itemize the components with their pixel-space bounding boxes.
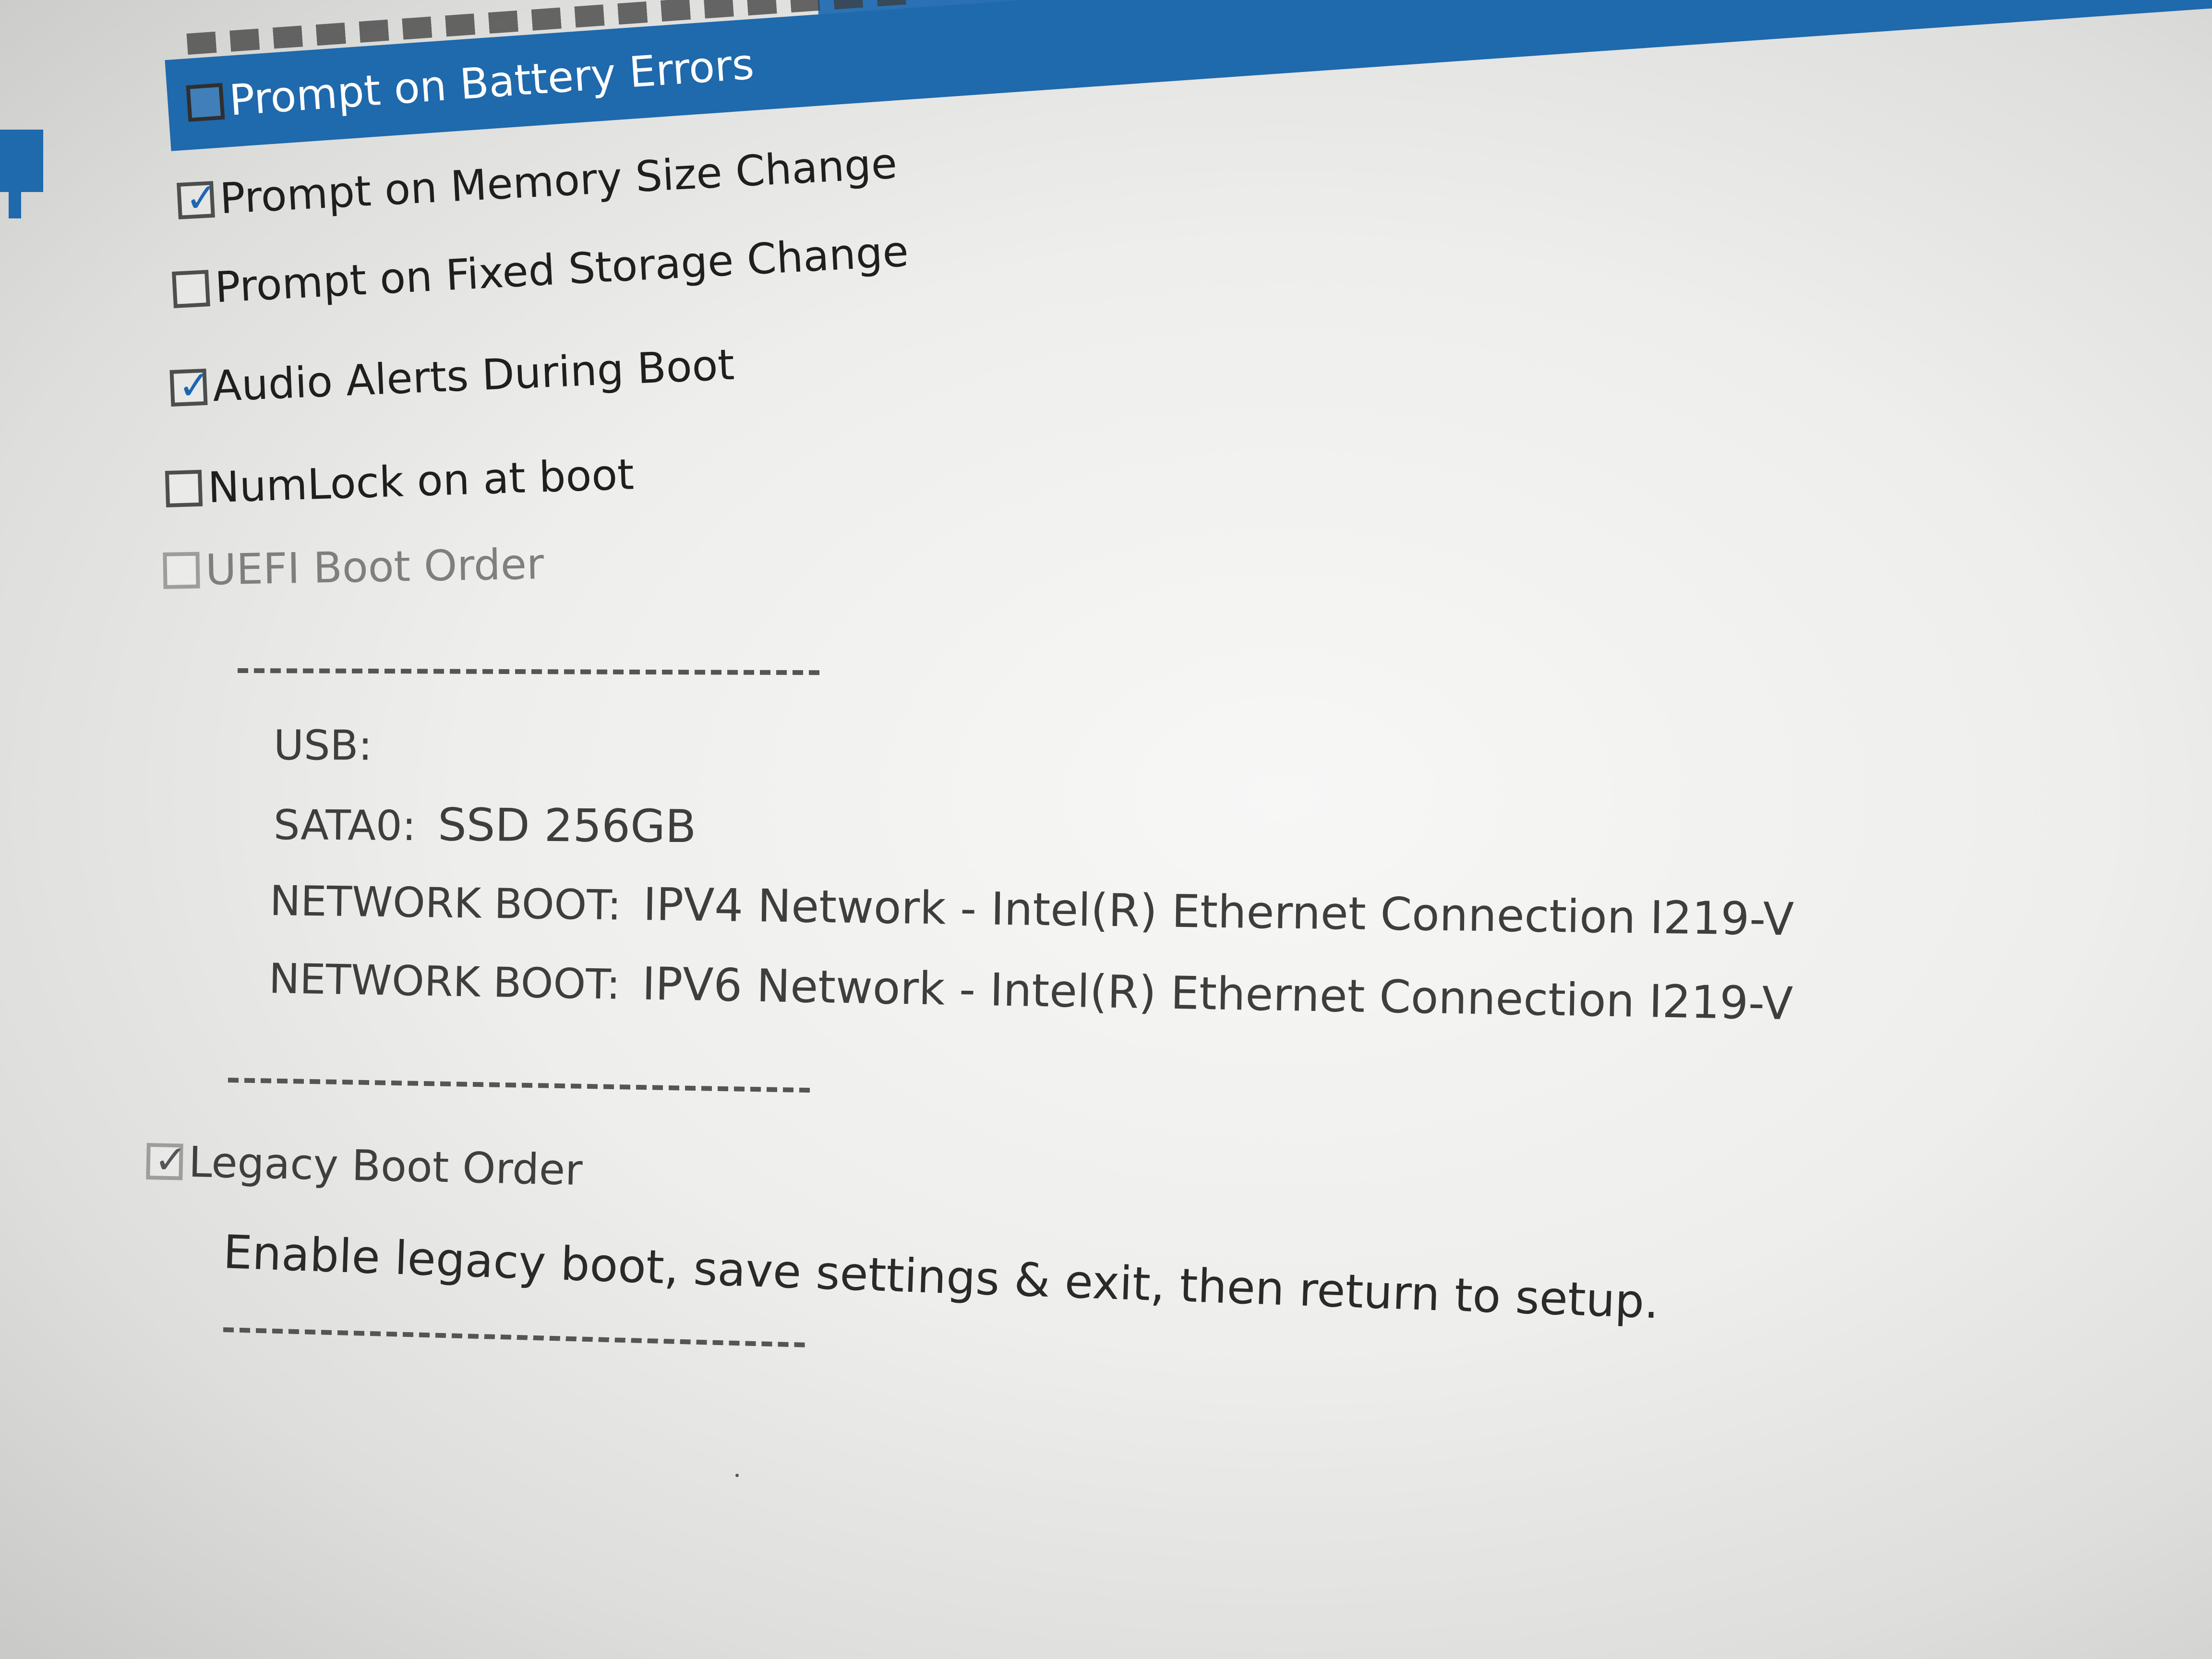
- legacy-boot-help-text: Enable legacy boot, save settings & exit…: [222, 1225, 1660, 1329]
- checkbox-icon[interactable]: [172, 270, 210, 308]
- option-label: Prompt on Memory Size Change: [218, 138, 899, 224]
- option-label: UEFI Boot Order: [205, 539, 544, 595]
- boot-device-sata-name: SSD 256GB: [437, 799, 697, 854]
- boot-device-usb[interactable]: USB:: [274, 721, 373, 770]
- option-audio-alerts-during-boot[interactable]: Audio Alerts During Boot: [169, 339, 735, 411]
- option-uefi-boot-order[interactable]: UEFI Boot Order: [163, 539, 544, 595]
- checkbox-icon[interactable]: [186, 83, 225, 122]
- option-prompt-on-memory-size-change[interactable]: Prompt on Memory Size Change: [177, 138, 899, 224]
- bios-setup-screen: Prompt on Battery Errors Prompt on Memor…: [0, 0, 2212, 1659]
- boot-device-usb-label: USB:: [273, 721, 373, 770]
- checkbox-icon[interactable]: [177, 181, 215, 219]
- boot-order-bottom-separator: [228, 1078, 814, 1093]
- option-label: Legacy Boot Order: [188, 1137, 583, 1195]
- boot-device-sata[interactable]: SATA0: SSD 256GB: [273, 799, 697, 854]
- boot-device-network-ipv6[interactable]: NETWORK BOOT: IPV6 Network - Intel(R) Et…: [268, 955, 1793, 1030]
- checkbox-icon[interactable]: [146, 1143, 183, 1180]
- boot-order-top-separator: [237, 668, 824, 675]
- option-numlock-on-at-boot[interactable]: NumLock on at boot: [165, 449, 635, 513]
- legacy-boot-separator: [223, 1327, 809, 1347]
- boot-device-network-prefix: NETWORK BOOT:: [268, 955, 621, 1009]
- boot-device-network-prefix: NETWORK BOOT:: [269, 877, 622, 930]
- option-prompt-on-fixed-storage-change[interactable]: Prompt on Fixed Storage Change: [172, 226, 910, 313]
- screen-speck: [735, 1474, 739, 1477]
- boot-device-network-ipv6-name: IPV6 Network - Intel(R) Ethernet Connect…: [641, 958, 1793, 1031]
- option-label: Audio Alerts During Boot: [211, 339, 735, 411]
- boot-device-network-ipv4-name: IPV4 Network - Intel(R) Ethernet Connect…: [642, 878, 1794, 946]
- checkbox-icon[interactable]: [165, 469, 203, 507]
- left-blue-tab: [0, 130, 43, 218]
- checkbox-icon[interactable]: [169, 368, 208, 407]
- option-label: Prompt on Fixed Storage Change: [214, 226, 910, 313]
- checkbox-icon[interactable]: [163, 552, 200, 589]
- boot-device-sata-prefix: SATA0:: [273, 801, 417, 851]
- option-legacy-boot-order[interactable]: Legacy Boot Order: [146, 1137, 583, 1195]
- boot-device-network-ipv4[interactable]: NETWORK BOOT: IPV4 Network - Intel(R) Et…: [269, 877, 1794, 946]
- option-label: NumLock on at boot: [207, 449, 635, 513]
